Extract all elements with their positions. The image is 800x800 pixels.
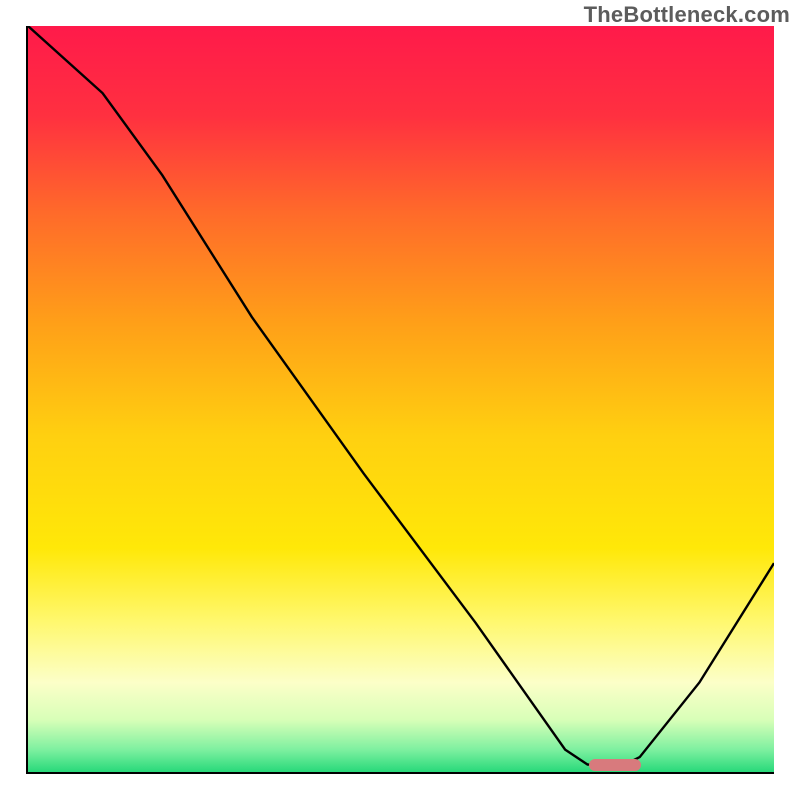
plot-area <box>26 26 774 774</box>
attribution-label: TheBottleneck.com <box>584 2 790 28</box>
optimum-marker <box>589 759 641 771</box>
chart-frame: TheBottleneck.com <box>0 0 800 800</box>
curve-line <box>28 26 774 772</box>
